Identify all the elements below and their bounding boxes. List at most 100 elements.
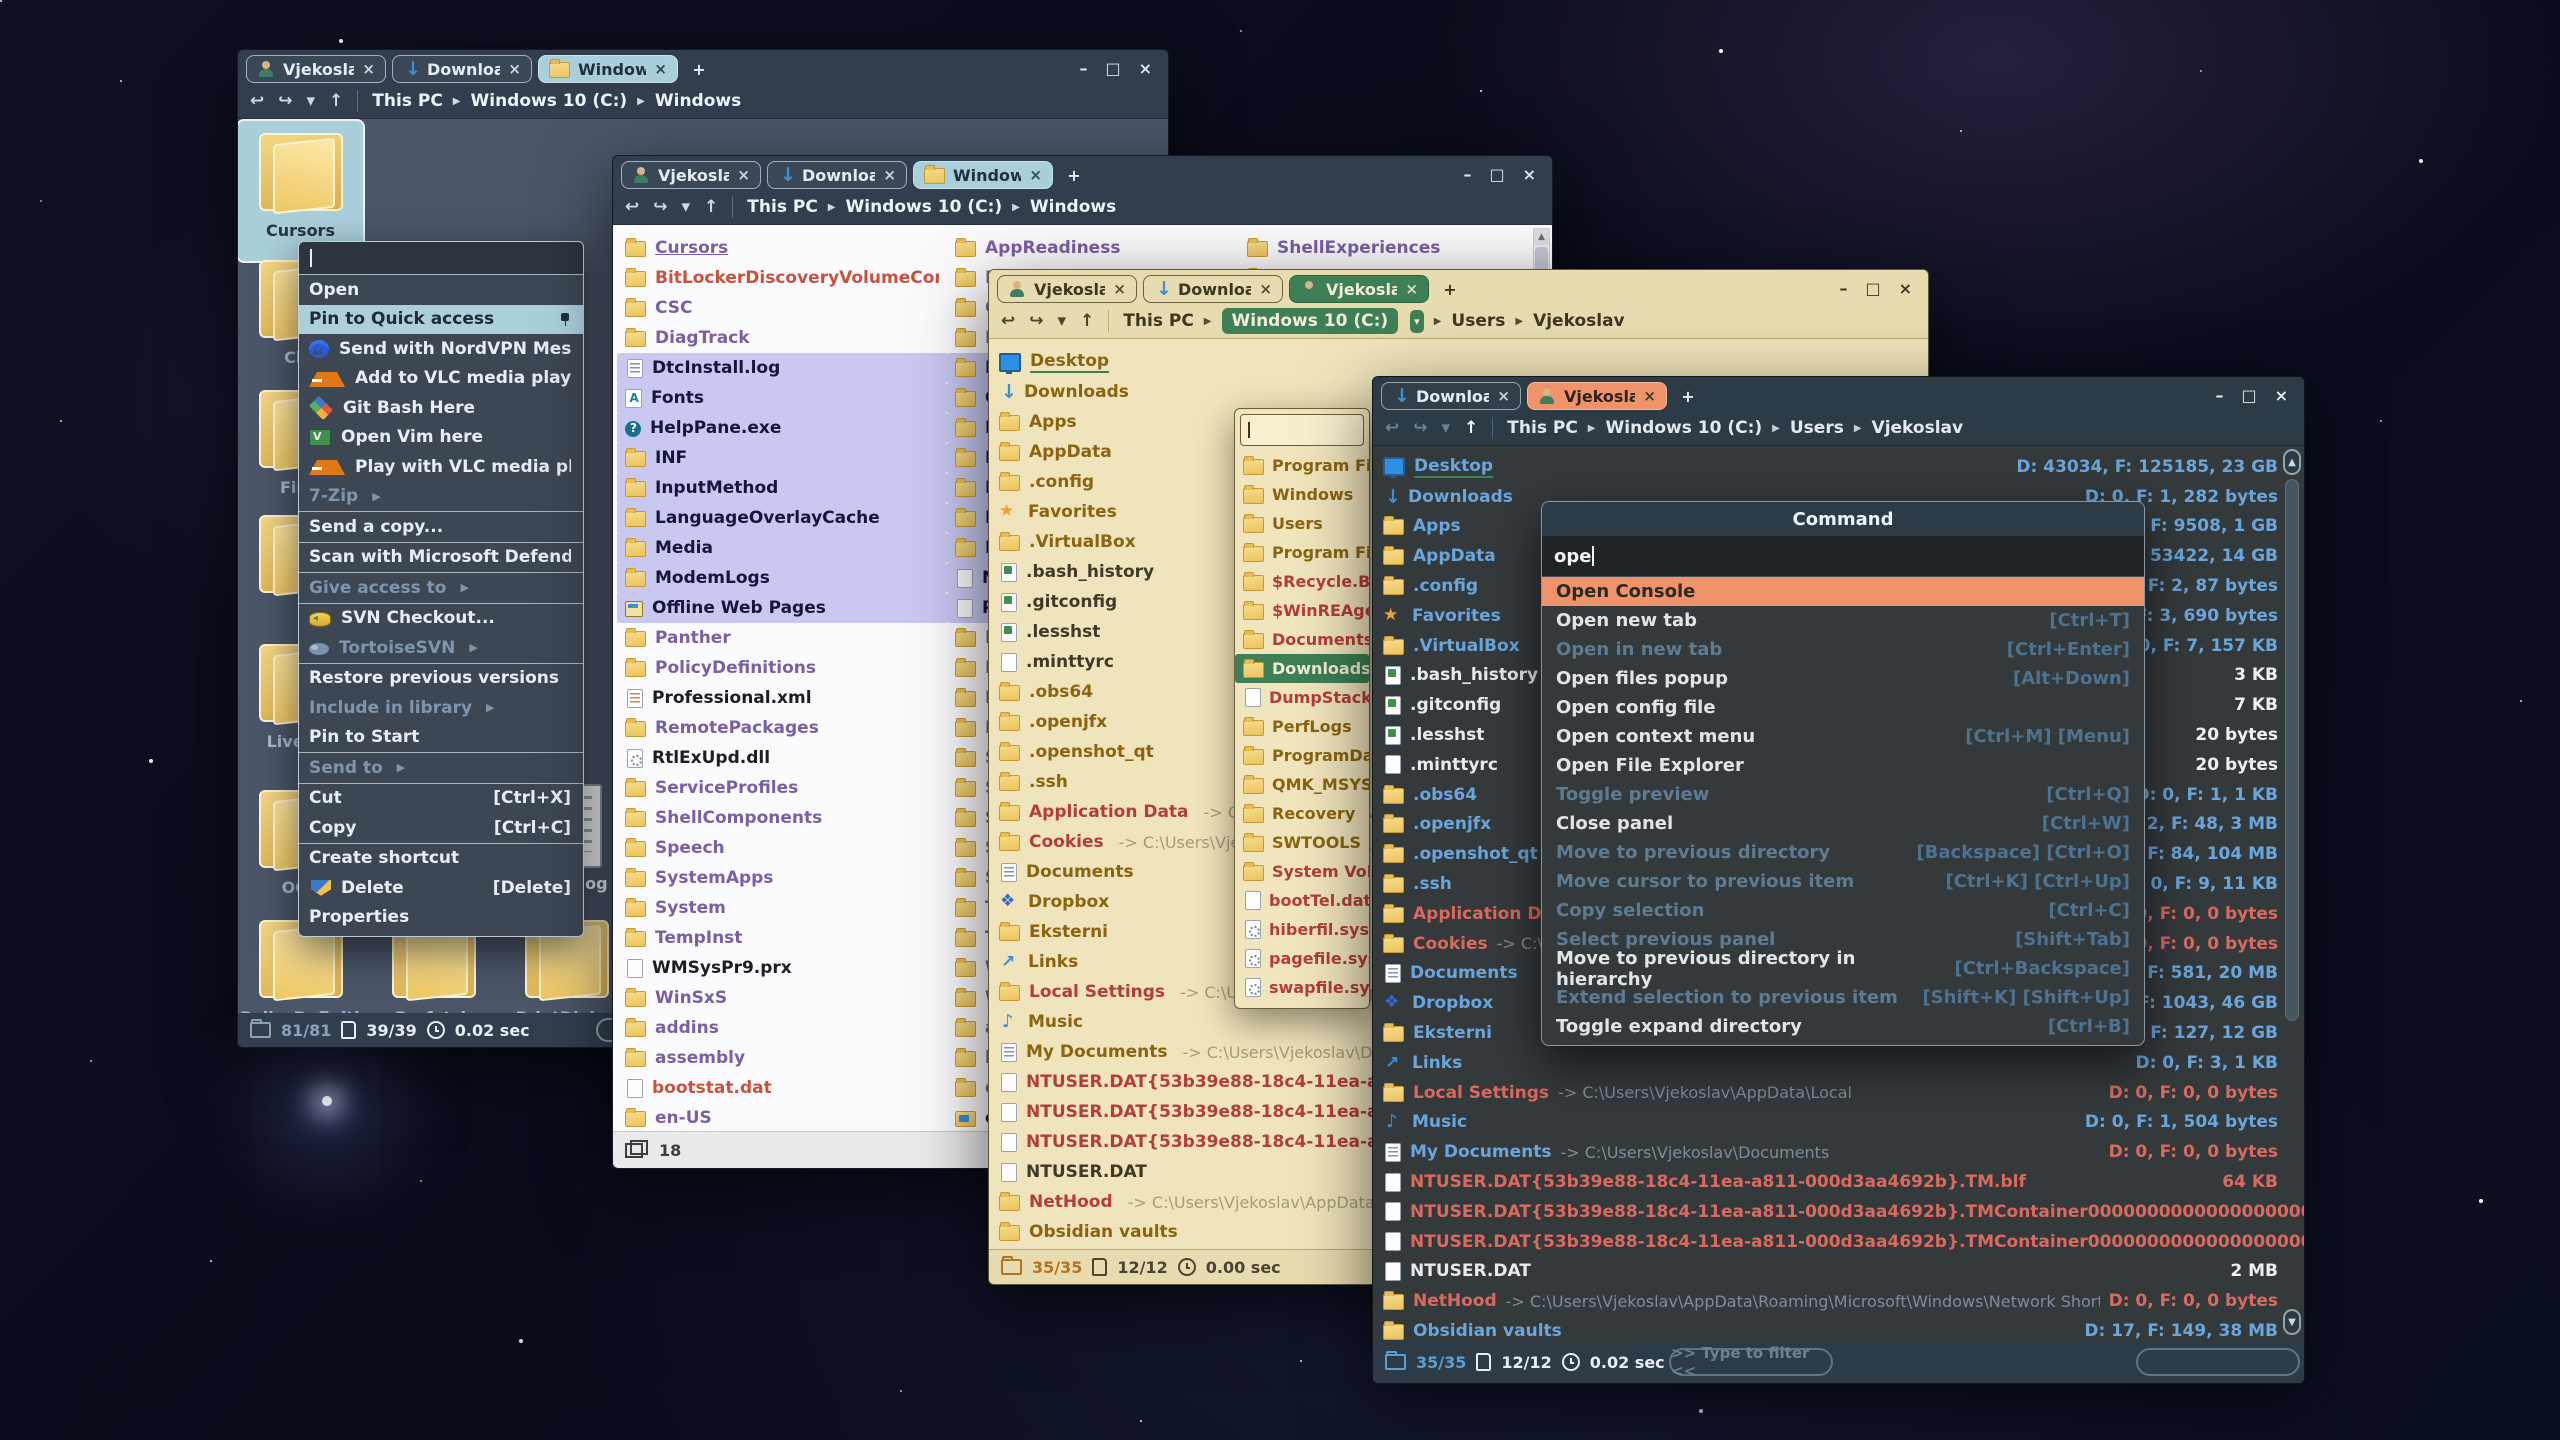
tab[interactable]: Downloads × [1381,382,1521,410]
tab-close-icon[interactable]: × [1405,280,1418,298]
file-row[interactable]: My Documents -> C:\Users\Vjekoslav\Docum… [1373,1137,2304,1167]
file-row[interactable]: BitLockerDiscoveryVolumeContents [617,263,947,293]
breadcrumb-item[interactable]: This PC ▾ ▶ [1123,311,1211,331]
context-menu-item[interactable]: Pin to Quick access ▶ [299,305,583,335]
context-menu-item[interactable]: 7-Zip ▶ [299,482,583,512]
context-menu-filter-input[interactable] [299,242,583,275]
maximize-button[interactable]: □ [1105,61,1120,77]
new-tab-button[interactable]: + [1435,275,1465,303]
history-dropdown-icon[interactable]: ▾ [1058,313,1067,330]
up-icon[interactable]: ↑ [704,199,718,216]
file-row[interactable]: ModemLogs [617,563,947,593]
file-row[interactable]: SystemApps [617,863,947,893]
file-row[interactable]: Desktop [989,347,1928,377]
tab[interactable]: Downloads × [1143,275,1283,303]
file-row[interactable]: Cursors [617,233,947,263]
file-row[interactable]: Local Settings -> C:\Users\Vjekoslav\App… [1373,1078,2304,1108]
tab-close-icon[interactable]: × [883,166,896,184]
command-palette-input[interactable]: ope [1542,536,2144,577]
scroll-down-icon[interactable]: ▼ [2283,1309,2301,1335]
command-palette-item[interactable]: Close panel [Ctrl+W] [1542,809,2144,838]
context-menu-item[interactable]: TortoiseSVN ▶ [299,633,583,663]
file-row[interactable]: WMSysPr9.prx [617,953,947,983]
command-palette-item[interactable]: Open Console [1542,577,2144,606]
file-row[interactable]: Professional.xml [617,683,947,713]
file-row[interactable]: Obsidian vaults D: 17, F: 149, 38 MB [1373,1316,2304,1341]
maximize-button[interactable]: □ [1489,167,1504,183]
breadcrumb-item[interactable]: Users ▾ ▶ [1790,418,1862,438]
popup-filter-input[interactable] [1240,414,1364,446]
up-icon[interactable]: ↑ [1080,313,1094,330]
tab[interactable]: Vjekoslav × [1527,382,1667,410]
breadcrumb-item[interactable]: Windows ▾ ▶ [1030,197,1116,217]
scrollbar[interactable]: ▲ ▼ [2283,449,2301,1335]
new-tab-button[interactable]: + [684,55,714,83]
forward-icon[interactable]: ↪ [1029,313,1043,330]
breadcrumb-item[interactable]: This PC ▾ ▶ [747,197,835,217]
history-dropdown-icon[interactable]: ▾ [307,93,316,110]
command-palette-item[interactable]: Toggle expand directory [Ctrl+B] [1542,1012,2144,1041]
new-tab-button[interactable]: + [1059,161,1089,189]
context-menu-item[interactable]: Open Vim here ▶ [299,423,583,453]
context-menu-item[interactable]: Cut [Ctrl+X] ▶ [299,783,583,814]
file-row[interactable]: Links D: 0, F: 3, 1 KB [1373,1048,2304,1078]
crumb-dropdown-icon[interactable]: ▾ [1410,310,1424,333]
file-row[interactable]: ServiceProfiles [617,773,947,803]
back-icon[interactable]: ↩ [625,199,639,216]
file-row[interactable]: ShellExperiences [1239,233,1539,263]
tab[interactable]: Windows × [913,161,1053,189]
context-menu-item[interactable]: SVN Checkout... ▶ [299,603,583,634]
close-button[interactable]: × [1899,281,1912,297]
context-menu-item[interactable]: Scan with Microsoft Defender... ▶ [299,542,583,573]
context-menu-item[interactable]: Play with VLC media player ▶ [299,452,583,482]
close-button[interactable]: × [1139,61,1152,77]
file-row[interactable]: WinSxS [617,983,947,1013]
context-menu-item[interactable]: Send a copy... ▶ [299,511,583,542]
breadcrumb-item[interactable]: This PC ▾ ▶ [1507,418,1595,438]
tab-close-icon[interactable]: × [1029,166,1042,184]
command-palette-item[interactable]: Open context menu [Ctrl+M] [Menu] [1542,722,2144,751]
file-row[interactable]: InputMethod [617,473,947,503]
scrollbar-thumb[interactable] [2285,479,2299,1021]
tab-close-icon[interactable]: × [654,60,667,78]
file-row[interactable]: Offline Web Pages [617,593,947,623]
file-row[interactable]: NTUSER.DAT{53b39e88-18c4-11ea-a811-000d3… [1373,1167,2304,1197]
file-row[interactable]: LanguageOverlayCache [617,503,947,533]
tab-close-icon[interactable]: × [1113,280,1126,298]
breadcrumb-item[interactable]: Users ▾ ▶ [1451,311,1523,331]
file-row[interactable]: ShellComponents [617,803,947,833]
tab-close-icon[interactable]: × [737,166,750,184]
popup-item[interactable]: Recovery [1235,799,1369,828]
forward-icon[interactable]: ↪ [653,199,667,216]
file-row[interactable]: System [617,893,947,923]
popup-item[interactable]: Downloads [1235,654,1369,683]
breadcrumb-item[interactable]: Windows 10 (C:) ▾ ▶ [1606,418,1780,438]
tab-close-icon[interactable]: × [1497,387,1510,405]
tab[interactable]: Vjekoslav × [1289,275,1429,303]
tab-close-icon[interactable]: × [508,60,521,78]
file-row[interactable]: Speech [617,833,947,863]
new-tab-button[interactable]: + [1673,382,1703,410]
popup-item[interactable]: PerfLogs [1235,712,1369,741]
breadcrumb-item[interactable]: Windows 10 (C:) ▾ ▶ [471,91,645,111]
minimize-button[interactable]: – [1463,167,1471,183]
minimize-button[interactable]: – [2215,388,2223,404]
back-icon[interactable]: ↩ [1001,313,1015,330]
popup-item[interactable]: $WinREAgent [1235,596,1369,625]
file-row[interactable]: INF [617,443,947,473]
popup-item[interactable]: SWTOOLS [1235,828,1369,857]
type-to-filter-box[interactable]: >> Type to filter << [1669,1348,1833,1376]
context-menu-item[interactable]: Open ▶ [299,275,583,305]
command-palette-item[interactable]: Move to previous directory in hierarchy … [1542,954,2144,983]
popup-item[interactable]: pagefile.sys [1235,944,1369,973]
up-icon[interactable]: ↑ [329,93,343,110]
command-palette-item[interactable]: Open File Explorer [1542,751,2144,780]
tab[interactable]: Downloads × [767,161,907,189]
file-row[interactable]: RemotePackages [617,713,947,743]
tab-close-icon[interactable]: × [1643,387,1656,405]
tab-close-icon[interactable]: × [1259,280,1272,298]
popup-item[interactable]: Users [1235,509,1369,538]
popup-item[interactable]: DumpStack.log.tmp [1235,683,1369,712]
up-icon[interactable]: ↑ [1464,420,1478,437]
file-row[interactable]: AppReadiness [947,233,1239,263]
